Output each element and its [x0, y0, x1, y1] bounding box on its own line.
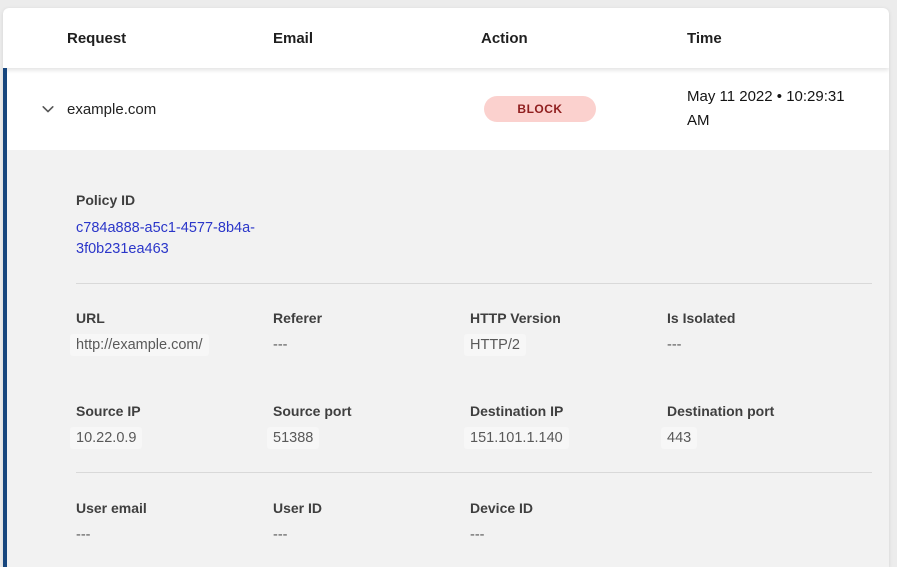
chevron-down-icon: [40, 101, 56, 117]
field-user-id: User ID ---: [273, 500, 470, 543]
field-destination-ip: Destination IP 151.101.1.140: [470, 403, 667, 447]
table-header-row: Request Email Action Time: [3, 8, 889, 68]
row-time-value: May 11 2022 • 10:29:31 AM: [687, 85, 877, 133]
field-value: http://example.com/: [70, 334, 209, 356]
field-label: User ID: [273, 500, 470, 516]
field-label: Destination IP: [470, 403, 667, 419]
row-request-value: example.com: [67, 101, 273, 118]
detail-fields-row: Source IP 10.22.0.9 Source port 51388 De…: [76, 403, 872, 447]
column-header-email: Email: [273, 30, 481, 47]
field-referer: Referer ---: [273, 310, 470, 353]
section-divider: [76, 472, 872, 473]
field-destination-port: Destination port 443: [667, 403, 864, 447]
field-value: HTTP/2: [464, 334, 526, 356]
row-details-panel: Policy ID c784a888-a5c1-4577-8b4a-3f0b23…: [3, 150, 889, 567]
field-value: 443: [661, 427, 697, 449]
table-row[interactable]: example.com BLOCK May 11 2022 • 10:29:31…: [3, 68, 889, 150]
field-value: ---: [273, 337, 470, 353]
section-divider: [76, 283, 872, 284]
column-header-action: Action: [481, 30, 687, 47]
field-user-email: User email ---: [76, 500, 273, 543]
field-label: Is Isolated: [667, 310, 864, 326]
field-source-ip: Source IP 10.22.0.9: [76, 403, 273, 447]
log-table-card: Request Email Action Time example.com BL…: [3, 8, 889, 567]
field-label: Source IP: [76, 403, 273, 419]
field-label: Referer: [273, 310, 470, 326]
field-value: 10.22.0.9: [70, 427, 142, 449]
row-action-cell: BLOCK: [481, 96, 687, 122]
collapse-row-button[interactable]: [38, 99, 58, 119]
column-header-time: Time: [687, 30, 889, 47]
field-value: 51388: [267, 427, 319, 449]
field-label: Source port: [273, 403, 470, 419]
field-device-id: Device ID ---: [470, 500, 667, 543]
field-value: 151.101.1.140: [464, 427, 569, 449]
field-label: Destination port: [667, 403, 864, 419]
field-value: ---: [273, 527, 470, 543]
field-label: HTTP Version: [470, 310, 667, 326]
detail-fields-row: URL http://example.com/ Referer --- HTTP…: [76, 310, 872, 354]
field-is-isolated: Is Isolated ---: [667, 310, 864, 353]
policy-section: Policy ID c784a888-a5c1-4577-8b4a-3f0b23…: [76, 192, 872, 260]
field-url: URL http://example.com/: [76, 310, 273, 354]
field-value: ---: [76, 527, 273, 543]
column-header-request: Request: [67, 30, 273, 47]
field-label: Device ID: [470, 500, 667, 516]
field-label: User email: [76, 500, 273, 516]
detail-fields-row: User email --- User ID --- Device ID ---: [76, 500, 872, 543]
policy-id-label: Policy ID: [76, 192, 872, 208]
field-label: URL: [76, 310, 273, 326]
field-http-version: HTTP Version HTTP/2: [470, 310, 667, 354]
block-status-badge: BLOCK: [484, 96, 596, 122]
expanded-row-accent-bar: [3, 68, 7, 567]
field-value: ---: [667, 337, 864, 353]
policy-id-link[interactable]: c784a888-a5c1-4577-8b4a-3f0b231ea463: [76, 218, 278, 260]
field-value: ---: [470, 527, 667, 543]
field-source-port: Source port 51388: [273, 403, 470, 447]
